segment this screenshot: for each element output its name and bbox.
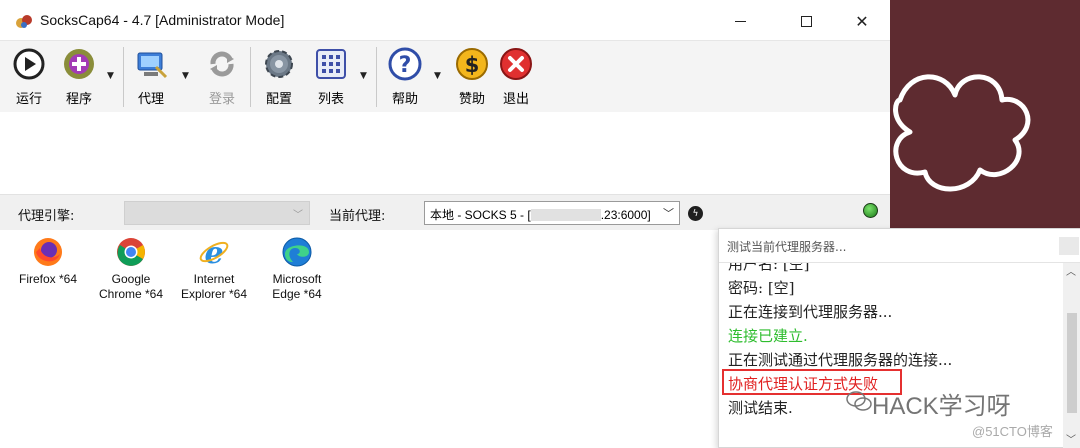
program-item-edge[interactable]: Microsoft Edge *64 (252, 236, 342, 302)
help-button[interactable]: ? 帮助 (388, 47, 422, 109)
proxy-dropdown-arrow-icon[interactable]: ▼ (182, 71, 189, 81)
log-line: 连接已建立. (728, 327, 808, 345)
proxy-engine-select[interactable]: ﹀ (124, 201, 310, 225)
exit-label: 退出 (502, 92, 529, 107)
firefox-icon (34, 238, 62, 266)
current-proxy-prefix: 本地 - SOCKS 5 - [ (430, 208, 531, 222)
close-button[interactable]: ✕ (842, 8, 882, 34)
list-label: 列表 (317, 92, 344, 107)
log-line: 正在测试通过代理服务器的连接... (728, 351, 953, 369)
edge-icon (282, 237, 312, 267)
dollar-icon: $ (455, 47, 489, 81)
window-title: SocksCap64 - 4.7 [Administrator Mode] (40, 12, 285, 28)
programs-button[interactable]: 程序 (62, 47, 96, 109)
current-proxy-select[interactable]: 本地 - SOCKS 5 - [ .23:6000] ﹀ (424, 201, 680, 225)
maximize-button[interactable] (786, 8, 826, 34)
exit-button[interactable]: 退出 (499, 47, 533, 109)
status-indicator-icon (863, 203, 878, 218)
dialog-close-button[interactable] (1059, 237, 1079, 255)
run-button[interactable]: 运行 (12, 47, 46, 109)
programs-dropdown-arrow-icon[interactable]: ▼ (107, 71, 114, 81)
toolbar: 运行 程序 ▼ 代理 ▼ 登录 配置 列表 ▼ ? 帮助 ▼ $ 赞助 退出 (0, 40, 890, 112)
login-button[interactable]: 登录 (205, 47, 239, 109)
proxy-engine-label: 代理引擎: (18, 209, 75, 224)
run-label: 运行 (15, 92, 42, 107)
settings-button[interactable]: 配置 (262, 47, 296, 109)
log-line: 用户名: [空] (728, 263, 810, 273)
login-icon (205, 47, 239, 81)
grid-list-icon (314, 47, 348, 81)
program-item-internet-explorer[interactable]: e Internet Explorer *64 (169, 236, 259, 302)
maximize-icon (800, 15, 812, 27)
dialog-scrollbar[interactable]: ︿ ﹀ (1063, 263, 1080, 448)
program-name: Firefox *64 (18, 272, 78, 286)
proxy-label: 代理 (137, 92, 164, 107)
toolbar-separator (376, 47, 377, 107)
title-bar: SocksCap64 - 4.7 [Administrator Mode] ✕ (0, 0, 890, 40)
watermark-subtext: @51CTO博客 (972, 424, 1053, 439)
internet-explorer-icon: e (199, 236, 229, 268)
svg-text:e: e (204, 236, 223, 268)
donate-label: 赞助 (458, 92, 485, 107)
chevron-down-icon: ﹀ (663, 208, 674, 220)
program-item-firefox[interactable]: Firefox *64 (3, 236, 93, 287)
chevron-down-icon: ﹀ (293, 210, 303, 221)
scroll-thumb[interactable] (1067, 313, 1077, 413)
proxy-icon (134, 47, 168, 81)
program-name: Microsoft Edge *64 (272, 272, 322, 301)
settings-label: 配置 (265, 92, 292, 107)
settings-gear-icon (262, 47, 296, 81)
exit-icon (499, 47, 533, 81)
list-button[interactable]: 列表 (314, 47, 348, 109)
chrome-icon (117, 238, 145, 266)
watermark-text: HACK学习呀 (872, 393, 1011, 420)
app-logo-icon (16, 15, 32, 28)
current-proxy-label: 当前代理: (329, 209, 386, 224)
help-dropdown-arrow-icon[interactable]: ▼ (434, 71, 441, 81)
log-line: 测试结束. (728, 399, 793, 417)
help-icon: ? (388, 47, 422, 81)
svg-text:?: ? (399, 53, 412, 78)
program-name: Internet Explorer *64 (180, 272, 248, 301)
proxy-bar: 代理引擎: ﹀ 当前代理: 本地 - SOCKS 5 - [ .23:6000] … (0, 194, 890, 230)
scroll-up-icon[interactable]: ︿ (1066, 263, 1076, 278)
redacted-ip-mask (530, 209, 601, 221)
toolbar-separator (250, 47, 251, 107)
minimize-button[interactable] (720, 8, 760, 34)
minimize-icon (734, 20, 746, 22)
dialog-title: 测试当前代理服务器... (727, 240, 847, 254)
svg-text:$: $ (465, 53, 480, 77)
program-name: Google Chrome *64 (98, 272, 164, 301)
background-photo (890, 0, 1080, 230)
programs-label: 程序 (65, 92, 92, 107)
donate-button[interactable]: $ 赞助 (455, 47, 489, 109)
help-label: 帮助 (391, 92, 418, 107)
close-icon: ✕ (855, 11, 869, 31)
scroll-down-icon[interactable]: ﹀ (1066, 431, 1076, 446)
login-label: 登录 (208, 92, 235, 107)
toolbar-separator (123, 47, 124, 107)
dialog-header: 测试当前代理服务器... (719, 229, 1080, 263)
test-proxy-button[interactable]: ϟ (688, 206, 703, 221)
current-proxy-suffix: .23:6000] (600, 208, 651, 222)
wechat-logo-icon (846, 391, 872, 411)
program-item-chrome[interactable]: Google Chrome *64 (86, 236, 176, 302)
run-icon (12, 47, 46, 81)
list-dropdown-arrow-icon[interactable]: ▼ (360, 71, 367, 81)
lightning-icon: ϟ (692, 208, 699, 219)
cloud-doodle-icon (893, 74, 1031, 192)
proxy-button[interactable]: 代理 (134, 47, 168, 109)
log-area (0, 112, 890, 194)
log-line: 密码: [空] (728, 279, 795, 297)
log-line: 正在连接到代理服务器... (728, 303, 893, 321)
add-program-icon (62, 47, 96, 81)
